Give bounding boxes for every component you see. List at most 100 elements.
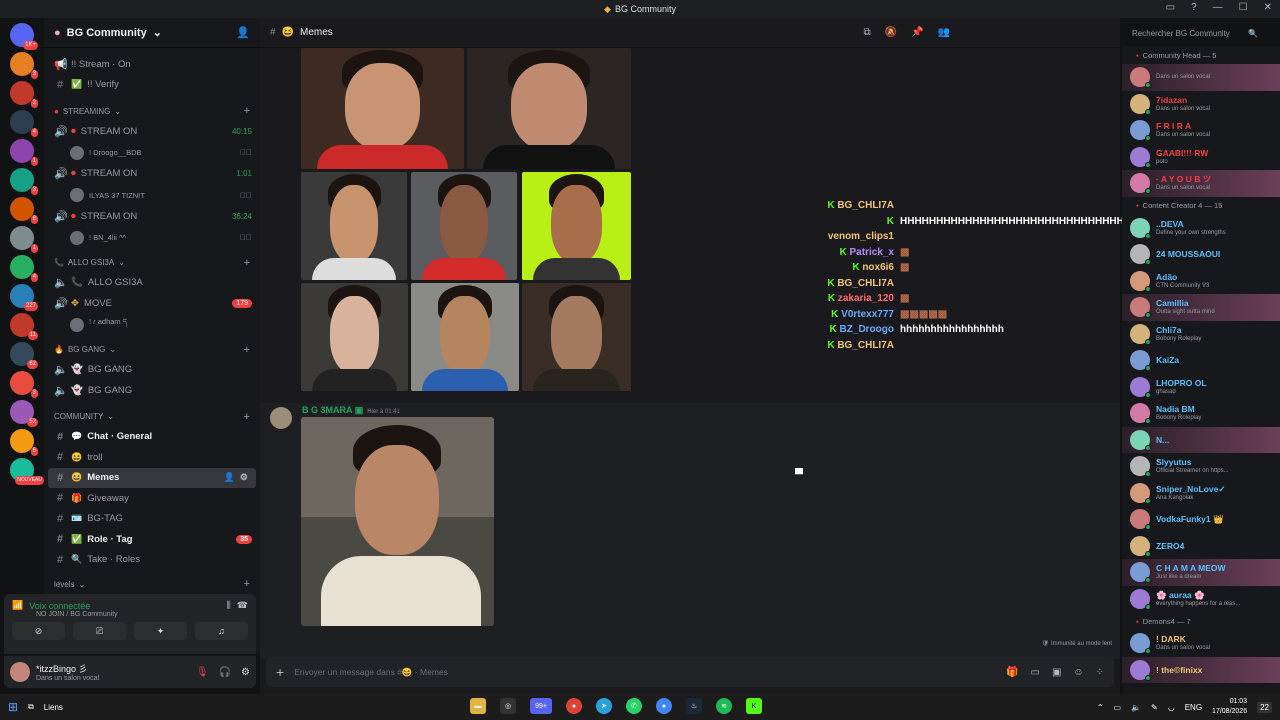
clock[interactable]: 01:03 17/08/2026 bbox=[1212, 697, 1247, 717]
activities-button[interactable]: ✦ bbox=[134, 622, 187, 640]
meme-tile[interactable] bbox=[301, 283, 408, 391]
member-item[interactable]: 7idazan Dans un salon vocal bbox=[1122, 91, 1280, 118]
volume-icon[interactable]: 🔈 bbox=[1131, 703, 1141, 712]
add-channel-icon[interactable]: + bbox=[244, 578, 250, 590]
member-item[interactable]: Chli7a Bobony Roleplay bbox=[1122, 321, 1280, 348]
channel-item[interactable]: # 💬 Chat · General bbox=[44, 427, 260, 448]
invite-icon[interactable]: 👤 bbox=[224, 472, 235, 483]
channel-item[interactable]: # 🔍 Take · Roles bbox=[44, 550, 260, 571]
category-levels[interactable]: levels ⌄ + bbox=[44, 574, 260, 594]
add-channel-icon[interactable]: + bbox=[244, 105, 250, 117]
attach-plus-icon[interactable]: + bbox=[276, 664, 284, 680]
meme-tile[interactable] bbox=[301, 172, 407, 280]
member-item[interactable]: Nadia BM Bobony Roleplay bbox=[1122, 400, 1280, 427]
server-icon[interactable]: 3 bbox=[10, 52, 38, 79]
voice-user[interactable]: ! BN_4lii ^^ 🎙⃠ bbox=[44, 227, 260, 249]
disconnect-icon[interactable]: ☎ bbox=[237, 600, 248, 611]
channel-item[interactable]: # 😆 troll bbox=[44, 447, 260, 468]
member-item[interactable]: 24 MOUSSAOUI bbox=[1122, 241, 1280, 268]
server-icon[interactable]: 3 bbox=[10, 168, 38, 195]
mute-icon[interactable]: 🎙 bbox=[196, 667, 209, 678]
channel-bg-gang[interactable]: 🔈 👻 BG GANG bbox=[44, 360, 260, 381]
category-allo[interactable]: 📞 ALLO GSI3A ⌄ + bbox=[44, 253, 260, 273]
add-channel-icon[interactable]: + bbox=[244, 257, 250, 269]
camera-off-button[interactable]: ⊘ bbox=[12, 622, 65, 640]
server-icon[interactable]: 1K+ bbox=[10, 23, 38, 50]
emoji-icon[interactable]: ☺ bbox=[1073, 667, 1083, 678]
member-item[interactable]: VodkaFunky1 👑 bbox=[1122, 506, 1280, 533]
add-channel-icon[interactable]: + bbox=[244, 344, 250, 356]
server-icon[interactable]: 4 bbox=[10, 110, 38, 137]
windows-start-icon[interactable]: ⊞ bbox=[8, 700, 18, 714]
meme-image-grid[interactable] bbox=[301, 48, 631, 391]
threads-icon[interactable]: ⧉ bbox=[864, 27, 871, 38]
category-community[interactable]: COMMUNITY ⌄ + bbox=[44, 407, 260, 427]
channel-item[interactable]: # ✅ Role · Tag 35 bbox=[44, 529, 260, 550]
channel-item[interactable]: # 😆 Memes 👤 ⚙ bbox=[48, 467, 256, 488]
avatar[interactable] bbox=[270, 407, 292, 429]
member-item[interactable]: Adão CTN Community V3 bbox=[1122, 268, 1280, 295]
tray-chevron-icon[interactable]: ⌃ bbox=[1097, 703, 1104, 712]
meme-tile[interactable] bbox=[522, 283, 631, 391]
guild-header[interactable]: ● BG Community ⌄ 👤 bbox=[44, 18, 260, 48]
pen-icon[interactable]: ✎ bbox=[1151, 703, 1158, 712]
server-icon[interactable]: 8 bbox=[10, 197, 38, 224]
channel-stream-on[interactable]: 🔊 ⏺ STREAM ON 40:15 bbox=[44, 121, 260, 142]
meme-tile[interactable] bbox=[301, 48, 464, 169]
member-item[interactable]: LHOPRO OL ghasad bbox=[1122, 374, 1280, 401]
channel-stream-on[interactable]: 🔊 ⏺ STREAM ON 36:24 bbox=[44, 206, 260, 227]
chrome-icon-2[interactable]: ● bbox=[656, 698, 672, 714]
spotify-icon[interactable]: ≋ bbox=[716, 698, 732, 714]
chrome-icon[interactable]: ● bbox=[566, 698, 582, 714]
maximize-button[interactable]: ☐ bbox=[1239, 2, 1248, 13]
server-icon[interactable]: NOUVEAU bbox=[10, 458, 44, 485]
message-input[interactable] bbox=[294, 667, 997, 677]
sticker-icon[interactable]: ▣ bbox=[1052, 667, 1061, 678]
member-item[interactable]: ..DEVA Define your own strengths bbox=[1122, 215, 1280, 242]
inbox-icon[interactable]: ▭ bbox=[1166, 2, 1175, 13]
member-item[interactable]: KaiZa bbox=[1122, 347, 1280, 374]
channel-allo-gsi3a[interactable]: 🔈 📞 ALLO GSI3A bbox=[44, 273, 260, 294]
channel-verify[interactable]: # ✅ !! Verify bbox=[44, 75, 260, 96]
member-item[interactable]: Camillia Outta sight outta mind bbox=[1122, 294, 1280, 321]
help-icon[interactable]: ? bbox=[1191, 2, 1197, 13]
file-explorer-icon[interactable]: ▬ bbox=[470, 698, 486, 714]
member-item[interactable]: ! DARK Dans un salon vocal bbox=[1122, 630, 1280, 657]
network-icon[interactable]: ▭ bbox=[1113, 703, 1121, 712]
server-icon[interactable]: 6 bbox=[10, 429, 38, 456]
minimize-button[interactable]: — bbox=[1213, 2, 1223, 13]
member-item[interactable]: · A Y O U B ツ Dans un salon vocal bbox=[1122, 170, 1280, 197]
message-author[interactable]: B G 3MARA bbox=[302, 405, 352, 415]
server-icon[interactable]: 3 bbox=[10, 371, 38, 398]
gif-icon[interactable]: ▭ bbox=[1030, 667, 1039, 678]
server-icon[interactable]: 1 bbox=[10, 226, 38, 253]
member-list-icon[interactable]: 👥 bbox=[938, 27, 950, 38]
member-item[interactable]: ZERO4 bbox=[1122, 533, 1280, 560]
discord-taskbar-icon[interactable]: 99+ bbox=[530, 698, 552, 714]
server-icon[interactable]: 52 bbox=[10, 400, 38, 427]
taskbar-links[interactable]: Liens bbox=[44, 703, 63, 712]
message[interactable]: B G 3MARA ▣ Hier à 01:41 bbox=[260, 403, 1120, 659]
channel-stream-on[interactable]: 🔊 ⏺ STREAM ON 1:01 bbox=[44, 164, 260, 185]
meme-tile[interactable] bbox=[467, 48, 631, 169]
avatar[interactable] bbox=[10, 662, 30, 682]
add-channel-icon[interactable]: + bbox=[244, 411, 250, 423]
apps-icon[interactable]: ⁘ bbox=[1096, 667, 1104, 678]
member-item[interactable]: N... bbox=[1122, 426, 1280, 453]
member-item[interactable]: Slyyutus Official Streamer on https... bbox=[1122, 453, 1280, 480]
invite-icon[interactable]: 👤 bbox=[236, 26, 250, 39]
gift-icon[interactable]: 🎁 bbox=[1006, 667, 1018, 678]
soundboard-button[interactable]: ♫ bbox=[195, 622, 248, 640]
screen-share-button[interactable]: ⎚ bbox=[73, 622, 126, 640]
member-item[interactable]: C H A M A MEOW Just like a dream bbox=[1122, 559, 1280, 586]
search-input[interactable]: Rechercher BG Community 🔍 bbox=[1126, 24, 1264, 42]
voice-user[interactable]: ILYAS 37 TIZNIT 🎙⃠ bbox=[44, 184, 260, 206]
voice-user[interactable]: ! Droogo__BDB 🎙⃠ bbox=[44, 142, 260, 164]
close-button[interactable]: ✕ bbox=[1264, 2, 1272, 13]
category-streaming[interactable]: ● STREAMING ⌄ + bbox=[44, 101, 260, 121]
notifications-off-icon[interactable]: 🔕 bbox=[885, 27, 897, 38]
channel-stream-on[interactable]: 📢!! Stream · On bbox=[44, 54, 260, 75]
channel-bg-gang-2[interactable]: 🔈 👻 BG GANG bbox=[44, 380, 260, 401]
member-item[interactable]: 🌸 auraa 🌸 everything happens for a reas..… bbox=[1122, 586, 1280, 613]
server-icon[interactable]: 2 bbox=[10, 81, 38, 108]
